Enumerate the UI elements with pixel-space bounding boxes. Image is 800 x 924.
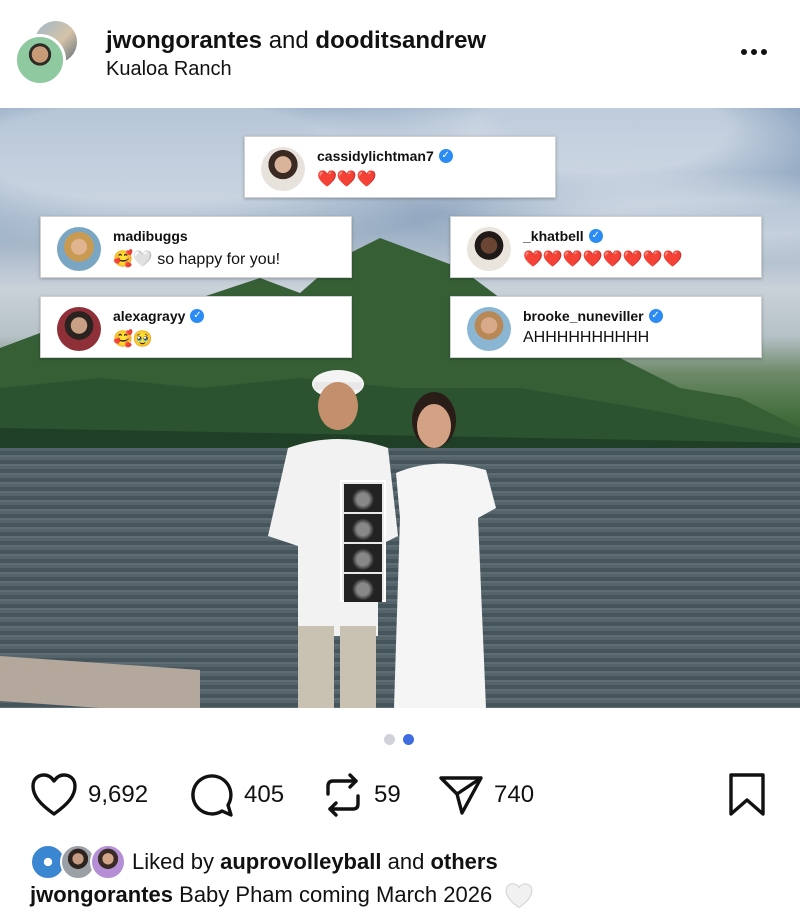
commenter-username[interactable]: alexagrayy xyxy=(113,308,185,324)
share-count[interactable]: 740 xyxy=(494,781,534,809)
comment-text: 🥰🤍 so happy for you! xyxy=(113,251,281,268)
liker-avatar[interactable] xyxy=(90,844,126,880)
authors-joiner: and xyxy=(268,27,309,54)
commenter-name[interactable]: brooke_nuneviller ✓ xyxy=(523,308,663,324)
post-image[interactable] xyxy=(0,108,800,708)
carousel-dot-active[interactable] xyxy=(403,734,414,745)
comment-text: ❤️❤️❤️❤️❤️❤️❤️❤️ xyxy=(523,251,683,268)
post-header: jwongorantes and dooditsandrew Kualoa Ra… xyxy=(0,0,800,108)
verified-badge-icon: ✓ xyxy=(438,149,453,163)
bookmark-icon xyxy=(729,773,765,816)
caption-text: Baby Pham coming March 2026 xyxy=(179,882,493,907)
verified-badge-icon: ✓ xyxy=(648,309,663,323)
comment-bubble-icon xyxy=(191,774,233,817)
repost-icon xyxy=(326,773,360,817)
comment-card: alexagrayy ✓ 🥰🥹 xyxy=(40,296,352,358)
like-count[interactable]: 9,692 xyxy=(88,781,148,809)
comment-card: _khatbell ✓ ❤️❤️❤️❤️❤️❤️❤️❤️ xyxy=(450,216,762,278)
author-link-1[interactable]: jwongorantes xyxy=(106,27,262,54)
likers-avatars[interactable] xyxy=(30,844,126,880)
send-icon xyxy=(439,776,483,815)
commenter-name[interactable]: cassidylichtman7 ✓ xyxy=(317,148,453,164)
liked-by-others[interactable]: others xyxy=(430,849,497,874)
comment-button[interactable]: 405 xyxy=(188,772,284,818)
commenter-username[interactable]: brooke_nuneviller xyxy=(523,308,644,324)
carousel-dot[interactable] xyxy=(384,734,395,745)
verified-badge-icon: ✓ xyxy=(588,229,603,243)
dot-icon xyxy=(761,49,767,55)
verified-badge-icon: ✓ xyxy=(190,309,205,323)
more-options-button[interactable] xyxy=(734,38,774,66)
avatar-jwongorantes[interactable] xyxy=(14,34,66,86)
commenter-avatar[interactable] xyxy=(57,307,101,351)
comment-text: ❤️❤️❤️ xyxy=(317,171,377,188)
caption-username[interactable]: jwongorantes xyxy=(30,882,173,907)
commenter-name[interactable]: alexagrayy ✓ xyxy=(113,308,205,324)
comment-card: cassidylichtman7 ✓ ❤️❤️❤️ xyxy=(244,136,556,198)
heart-icon xyxy=(31,773,77,816)
dot-icon xyxy=(751,49,757,55)
commenter-username[interactable]: cassidylichtman7 xyxy=(317,148,434,164)
repost-button[interactable]: 59 xyxy=(322,772,401,818)
person-woman xyxy=(394,392,496,708)
liked-by-text: Liked by auprovolleyball and others xyxy=(132,849,498,875)
post-authors: jwongorantes and dooditsandrew xyxy=(106,27,486,55)
dot-icon xyxy=(741,49,747,55)
collab-avatars[interactable] xyxy=(14,18,82,86)
commenter-username[interactable]: _khatbell xyxy=(523,228,584,244)
commenter-avatar[interactable] xyxy=(261,147,305,191)
commenter-avatar[interactable] xyxy=(467,227,511,271)
liked-by: Liked by auprovolleyball and others xyxy=(30,844,498,880)
location-link[interactable]: Kualoa Ranch xyxy=(106,57,232,81)
commenter-name[interactable]: _khatbell ✓ xyxy=(523,228,603,244)
white-heart-icon xyxy=(505,883,533,909)
save-button[interactable] xyxy=(726,772,768,823)
share-button[interactable]: 740 xyxy=(438,772,534,818)
commenter-avatar[interactable] xyxy=(467,307,511,351)
like-button[interactable]: 9,692 xyxy=(30,772,148,818)
comment-count[interactable]: 405 xyxy=(244,781,284,809)
action-bar: 9,692 405 59 740 xyxy=(0,768,800,824)
comment-card: madibuggs 🥰🤍 so happy for you! xyxy=(40,216,352,278)
repost-count[interactable]: 59 xyxy=(374,781,401,809)
sonogram-photos xyxy=(340,480,386,602)
author-link-2[interactable]: dooditsandrew xyxy=(315,27,486,54)
liked-by-joiner: and xyxy=(387,849,425,874)
commenter-avatar[interactable] xyxy=(57,227,101,271)
liked-by-user[interactable]: auprovolleyball xyxy=(220,849,381,874)
caption: jwongorantes Baby Pham coming March 2026 xyxy=(30,880,534,910)
commenter-name[interactable]: madibuggs xyxy=(113,228,188,244)
commenter-username[interactable]: madibuggs xyxy=(113,228,188,244)
comment-text: 🥰🥹 xyxy=(113,331,153,348)
comment-text: AHHHHHHHHHH xyxy=(523,329,650,346)
comment-card: brooke_nuneviller ✓ AHHHHHHHHHH xyxy=(450,296,762,358)
carousel-indicator xyxy=(384,734,414,745)
liked-by-prefix: Liked by xyxy=(132,849,214,874)
